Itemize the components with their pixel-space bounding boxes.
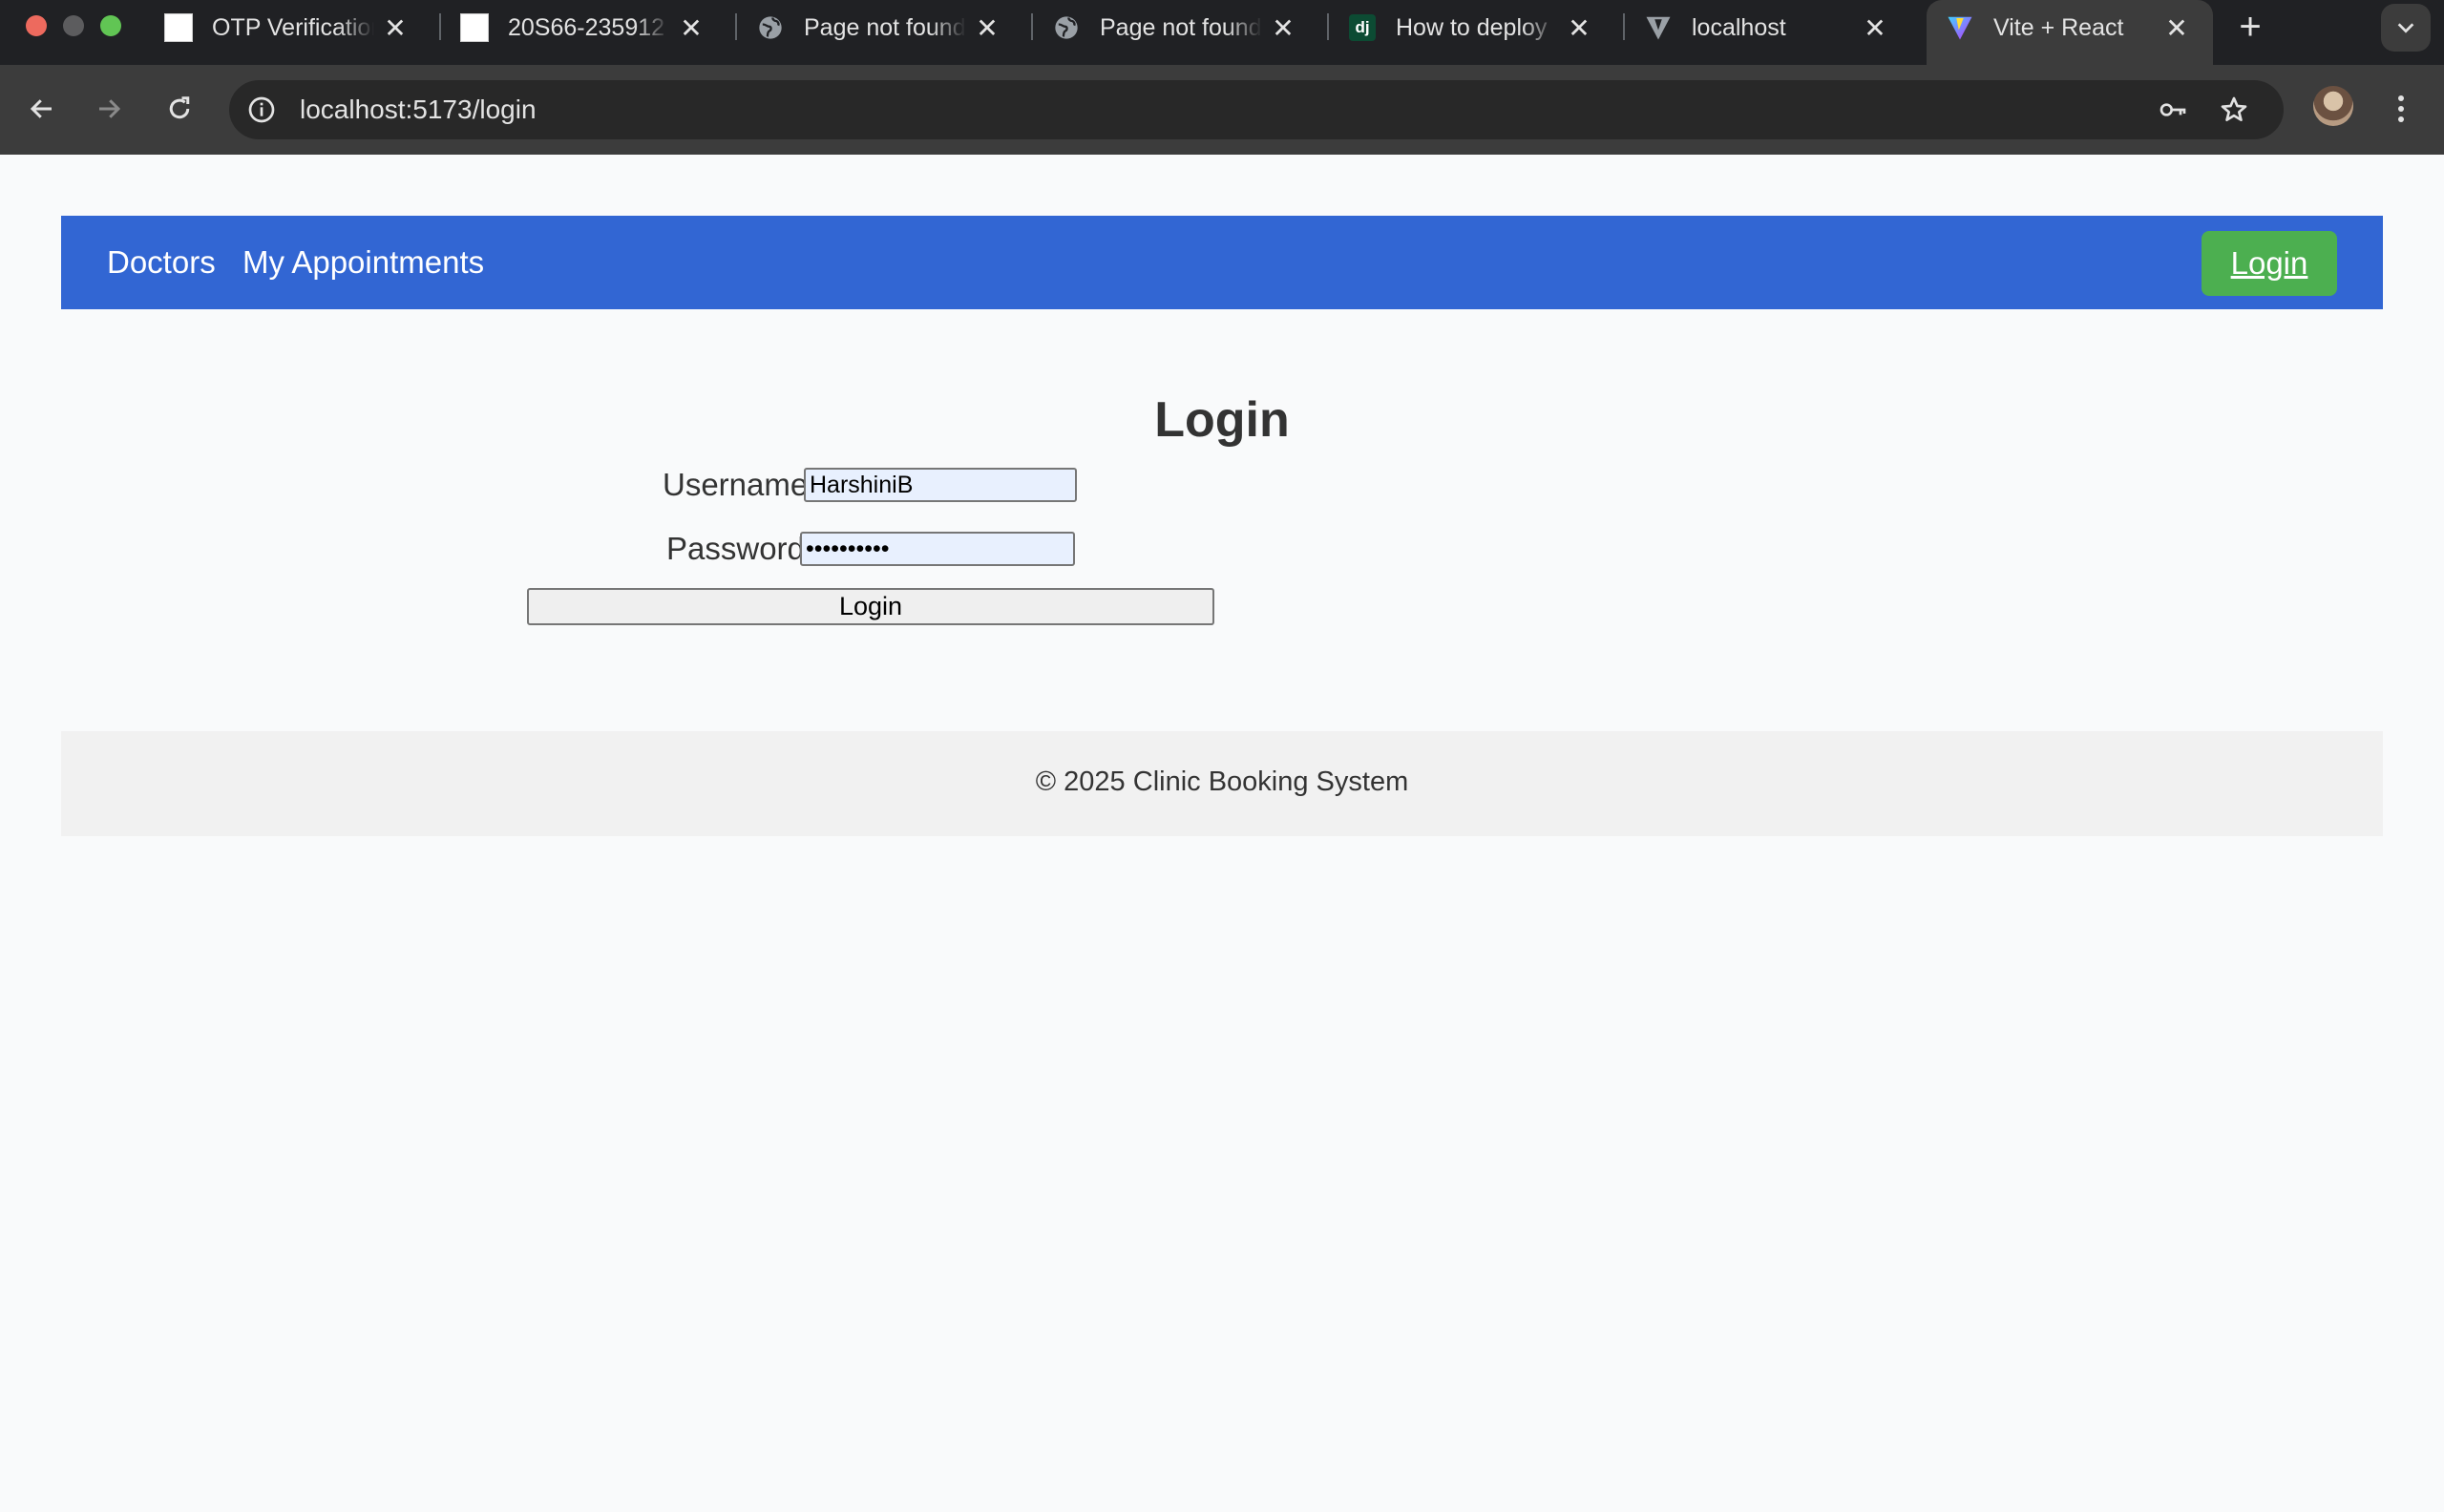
- nav-login-button[interactable]: Login: [2202, 231, 2337, 296]
- username-input[interactable]: [804, 468, 1077, 502]
- tab-title: Vite + React: [1993, 14, 2124, 41]
- page-footer: © 2025 Clinic Booking System: [61, 731, 2383, 836]
- close-tab-icon[interactable]: ✕: [2162, 13, 2191, 43]
- top-navbar: Doctors My Appointments Login: [61, 216, 2383, 309]
- back-button[interactable]: [21, 88, 63, 130]
- browser-tab-active[interactable]: Vite + React ✕: [1927, 0, 2213, 65]
- minimize-window-button[interactable]: [63, 15, 84, 36]
- address-bar[interactable]: localhost:5173/login: [229, 80, 2284, 139]
- tab-title: OTP Verification: [212, 14, 374, 41]
- page-viewport: Doctors My Appointments Login Login User…: [0, 155, 2444, 1512]
- browser-tab[interactable]: 20S66-235912 ✕: [441, 0, 727, 53]
- close-tab-icon[interactable]: ✕: [1861, 13, 1889, 43]
- tab-title: How to deploy: [1396, 14, 1548, 41]
- browser-tab[interactable]: Page not found ✕: [1033, 0, 1319, 53]
- close-tab-icon[interactable]: ✕: [1269, 13, 1297, 43]
- nav-link-doctors[interactable]: Doctors: [107, 244, 216, 281]
- browser-menu-button[interactable]: [2387, 88, 2415, 130]
- browser-tab[interactable]: dj How to deploy ✕: [1329, 0, 1615, 53]
- close-tab-icon[interactable]: ✕: [973, 13, 1001, 43]
- footer-copyright: © 2025 Clinic Booking System: [1035, 766, 1409, 797]
- chevron-down-icon: [2397, 23, 2414, 33]
- tab-title: Page not found: [1100, 14, 1262, 41]
- browser-tab[interactable]: localhost ✕: [1625, 0, 1911, 53]
- image-favicon-icon: [460, 13, 489, 42]
- tab-title: Page not found: [804, 14, 966, 41]
- close-tab-icon[interactable]: ✕: [381, 13, 410, 43]
- more-vert-icon: [2398, 95, 2404, 122]
- browser-toolbar: localhost:5173/login: [0, 65, 2444, 155]
- arrow-right-icon: [99, 99, 121, 118]
- password-label: Password: [666, 531, 805, 566]
- page-title: Login: [1154, 392, 1290, 448]
- tab-title: 20S66-235912: [508, 14, 665, 41]
- close-tab-icon[interactable]: ✕: [1565, 13, 1593, 43]
- url-text[interactable]: localhost:5173/login: [300, 95, 537, 124]
- close-window-button[interactable]: [26, 15, 47, 36]
- reload-button[interactable]: [158, 88, 200, 130]
- bookmark-star-icon[interactable]: [2219, 94, 2249, 125]
- tab-search-button[interactable]: [2381, 4, 2431, 52]
- forward-button[interactable]: [88, 88, 130, 130]
- globe-icon: [1052, 13, 1081, 42]
- profile-avatar[interactable]: [2313, 86, 2353, 126]
- key-icon[interactable]: [2158, 94, 2188, 125]
- globe-icon: [756, 13, 785, 42]
- image-favicon-icon: [164, 13, 193, 42]
- login-submit-button[interactable]: Login: [527, 588, 1214, 625]
- password-input[interactable]: [800, 532, 1075, 566]
- django-dj-icon: dj: [1348, 13, 1377, 42]
- site-info-icon[interactable]: [246, 94, 277, 125]
- browser-tab-strip: OTP Verification ✕ 20S66-235912 ✕ Page n…: [0, 0, 2444, 65]
- new-tab-button[interactable]: +: [2229, 6, 2271, 48]
- arrow-left-icon: [30, 99, 52, 118]
- vite-icon: [1946, 13, 1974, 42]
- reload-icon: [169, 96, 190, 119]
- vite-icon: [1644, 13, 1673, 42]
- close-tab-icon[interactable]: ✕: [677, 13, 706, 43]
- browser-tab[interactable]: OTP Verification ✕: [145, 0, 432, 53]
- nav-link-my-appointments[interactable]: My Appointments: [242, 244, 484, 281]
- tab-title: localhost: [1692, 14, 1786, 41]
- browser-tab[interactable]: Page not found ✕: [737, 0, 1023, 53]
- maximize-window-button[interactable]: [100, 15, 121, 36]
- username-label: Username: [663, 467, 809, 502]
